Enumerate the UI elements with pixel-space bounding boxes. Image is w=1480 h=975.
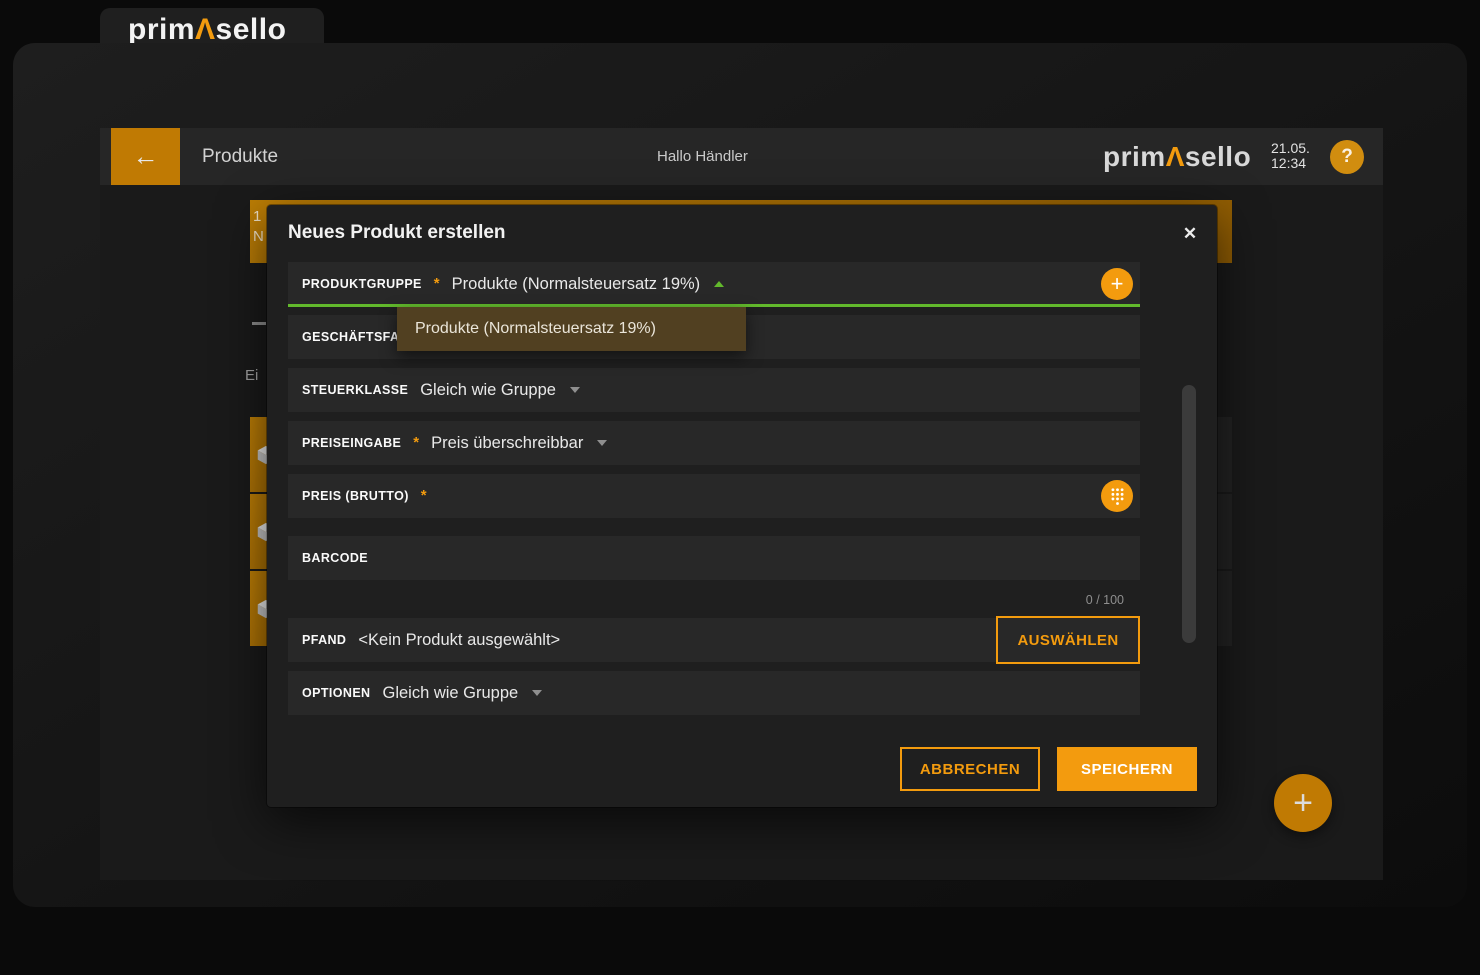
field-label: PREIS (BRUTTO) bbox=[302, 489, 409, 503]
header-brand-logo: primΛsello bbox=[1103, 128, 1251, 185]
user-greeting: Hallo Händler bbox=[657, 128, 748, 185]
back-arrow-icon: ← bbox=[133, 141, 159, 172]
section-divider bbox=[252, 322, 266, 325]
numpad-button[interactable] bbox=[1101, 480, 1133, 512]
date-label: 21.05. bbox=[1271, 141, 1310, 156]
page-title: Produkte bbox=[202, 128, 278, 185]
modal-title: Neues Produkt erstellen bbox=[288, 222, 506, 244]
close-icon[interactable]: ✕ bbox=[1177, 221, 1203, 247]
numpad-icon bbox=[1109, 486, 1126, 506]
clipped-row-text: 1 N bbox=[253, 207, 267, 247]
field-value: Gleich wie Gruppe bbox=[382, 684, 518, 703]
clipped-section-label: Ei bbox=[245, 367, 267, 384]
field-label: BARCODE bbox=[302, 551, 368, 565]
cancel-button[interactable]: ABBRECHEN bbox=[900, 747, 1040, 791]
field-label: OPTIONEN bbox=[302, 686, 370, 700]
add-product-fab[interactable]: + bbox=[1274, 774, 1332, 832]
field-preis-brutto[interactable]: PREIS (BRUTTO) * bbox=[288, 474, 1140, 518]
chevron-up-icon bbox=[714, 281, 724, 287]
question-mark-icon: ? bbox=[1341, 146, 1353, 168]
add-product-group-button[interactable]: + bbox=[1101, 268, 1133, 300]
barcode-char-counter: 0 / 100 bbox=[1086, 593, 1124, 607]
logo-triangle-mark: Λ bbox=[1166, 141, 1185, 172]
plus-icon: + bbox=[1293, 784, 1313, 823]
select-deposit-button[interactable]: AUSWÄHLEN bbox=[996, 616, 1140, 664]
field-preiseingabe[interactable]: PREISEINGABE * Preis überschreibbar bbox=[288, 421, 1140, 465]
chevron-down-icon bbox=[570, 387, 580, 393]
field-label: PRODUKTGRUPPE bbox=[302, 277, 422, 291]
field-label: PREISEINGABE bbox=[302, 436, 401, 450]
required-asterisk: * bbox=[421, 487, 427, 504]
field-steuerklasse[interactable]: STEUERKLASSE Gleich wie Gruppe bbox=[288, 368, 1140, 412]
field-value: <Kein Produkt ausgewählt> bbox=[358, 631, 560, 650]
field-barcode[interactable]: BARCODE bbox=[288, 536, 1140, 580]
field-value: Produkte (Normalsteuersatz 19%) bbox=[452, 275, 701, 294]
logo-triangle-mark: Λ bbox=[195, 13, 216, 46]
field-pfand[interactable]: PFAND <Kein Produkt ausgewählt> AUSWÄHLE… bbox=[288, 618, 1140, 662]
field-produktgruppe[interactable]: PRODUKTGRUPPE * Produkte (Normalsteuersa… bbox=[288, 262, 1140, 306]
field-optionen[interactable]: OPTIONEN Gleich wie Gruppe bbox=[288, 671, 1140, 715]
header-bar: ← Produkte Hallo Händler primΛsello 21.0… bbox=[100, 128, 1383, 185]
field-value: Gleich wie Gruppe bbox=[420, 381, 556, 400]
help-button[interactable]: ? bbox=[1330, 140, 1364, 174]
required-asterisk: * bbox=[413, 434, 419, 451]
primasello-logo: primΛsello bbox=[128, 13, 286, 47]
field-label: STEUERKLASSE bbox=[302, 383, 408, 397]
field-label: PFAND bbox=[302, 633, 346, 647]
modal-scrollbar[interactable] bbox=[1182, 385, 1196, 643]
chevron-down-icon bbox=[597, 440, 607, 446]
required-asterisk: * bbox=[434, 275, 440, 292]
datetime-display: 21.05. 12:34 bbox=[1271, 141, 1310, 171]
field-value: Preis überschreibbar bbox=[431, 434, 583, 453]
back-button[interactable]: ← bbox=[111, 128, 180, 185]
save-button[interactable]: SPEICHERN bbox=[1057, 747, 1197, 791]
time-label: 12:34 bbox=[1271, 156, 1310, 171]
chevron-down-icon bbox=[532, 690, 542, 696]
plus-icon: + bbox=[1111, 271, 1124, 297]
dropdown-option[interactable]: Produkte (Normalsteuersatz 19%) bbox=[397, 307, 746, 351]
option-label: Produkte (Normalsteuersatz 19%) bbox=[415, 320, 656, 338]
create-product-modal: Neues Produkt erstellen ✕ PRODUKTGRUPPE … bbox=[267, 205, 1217, 807]
